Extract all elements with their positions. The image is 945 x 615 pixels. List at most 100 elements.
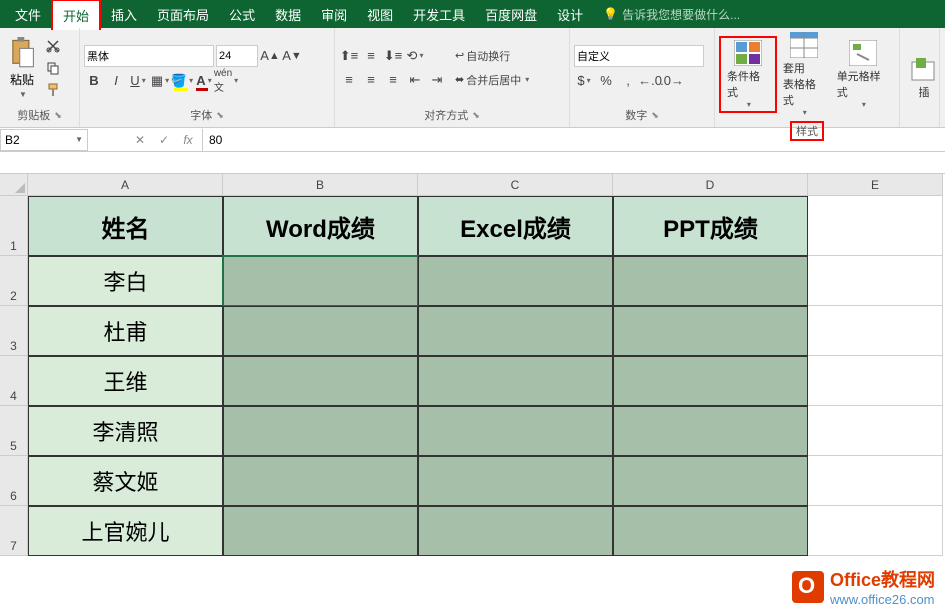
copy-button[interactable] bbox=[44, 59, 62, 77]
conditional-formatting-button[interactable]: 条件格式▾ bbox=[719, 36, 777, 113]
percent-button[interactable]: % bbox=[596, 71, 616, 91]
table-header-cell[interactable]: Excel成绩 bbox=[418, 196, 613, 256]
merge-center-button[interactable]: ⬌合并后居中▾ bbox=[453, 70, 531, 90]
tell-me-box[interactable]: 💡 告诉我您想要做什么... bbox=[603, 6, 740, 23]
row-header-5[interactable]: 5 bbox=[0, 406, 28, 456]
bold-button[interactable]: B bbox=[84, 71, 104, 91]
empty-cell[interactable] bbox=[808, 406, 943, 456]
menu-formulas[interactable]: 公式 bbox=[219, 0, 265, 29]
menu-view[interactable]: 视图 bbox=[357, 0, 403, 29]
format-as-table-button[interactable]: 套用 表格格式▾ bbox=[777, 30, 831, 119]
font-size-select[interactable] bbox=[216, 45, 258, 67]
data-cell[interactable] bbox=[613, 456, 808, 506]
select-all-corner[interactable] bbox=[0, 174, 28, 196]
name-cell[interactable]: 上官婉儿 bbox=[28, 506, 223, 556]
fill-color-button[interactable]: 🪣▾ bbox=[172, 71, 192, 91]
data-cell[interactable] bbox=[223, 456, 418, 506]
align-right-button[interactable]: ≡ bbox=[383, 70, 403, 90]
data-cell[interactable] bbox=[223, 406, 418, 456]
menu-file[interactable]: 文件 bbox=[5, 0, 51, 29]
col-header-D[interactable]: D bbox=[613, 174, 808, 196]
comma-button[interactable]: , bbox=[618, 71, 638, 91]
cell-styles-button[interactable]: 单元格样式▾ bbox=[831, 38, 895, 111]
fx-button[interactable]: fx bbox=[176, 133, 200, 147]
data-cell[interactable] bbox=[223, 356, 418, 406]
phonetic-button[interactable]: wén文▾ bbox=[216, 71, 236, 91]
align-left-button[interactable]: ≡ bbox=[339, 70, 359, 90]
empty-cell[interactable] bbox=[808, 356, 943, 406]
italic-button[interactable]: I bbox=[106, 71, 126, 91]
name-cell[interactable]: 杜甫 bbox=[28, 306, 223, 356]
row-header-4[interactable]: 4 bbox=[0, 356, 28, 406]
font-name-select[interactable] bbox=[84, 45, 214, 67]
name-cell[interactable]: 李清照 bbox=[28, 406, 223, 456]
row-header-1[interactable]: 1 bbox=[0, 196, 28, 256]
paste-button[interactable]: 粘贴 ▼ bbox=[4, 33, 40, 103]
data-cell[interactable] bbox=[613, 406, 808, 456]
data-cell[interactable] bbox=[223, 306, 418, 356]
data-cell[interactable] bbox=[418, 456, 613, 506]
menu-data[interactable]: 数据 bbox=[265, 0, 311, 29]
insert-cells-button[interactable]: 插 bbox=[904, 54, 944, 102]
empty-cell[interactable] bbox=[808, 256, 943, 306]
col-header-B[interactable]: B bbox=[223, 174, 418, 196]
col-header-A[interactable]: A bbox=[28, 174, 223, 196]
menu-home[interactable]: 开始 bbox=[51, 0, 101, 30]
launcher-icon[interactable]: ⬊ bbox=[216, 110, 224, 121]
currency-button[interactable]: $▾ bbox=[574, 71, 594, 91]
menu-baidu[interactable]: 百度网盘 bbox=[475, 0, 547, 29]
format-painter-button[interactable] bbox=[44, 81, 62, 99]
data-cell[interactable] bbox=[613, 256, 808, 306]
menu-design[interactable]: 设计 bbox=[547, 0, 593, 29]
data-cell[interactable] bbox=[613, 356, 808, 406]
font-color-button[interactable]: A▾ bbox=[194, 71, 214, 91]
row-header-2[interactable]: 2 bbox=[0, 256, 28, 306]
menu-page-layout[interactable]: 页面布局 bbox=[147, 0, 219, 29]
col-header-E[interactable]: E bbox=[808, 174, 943, 196]
increase-font-button[interactable]: A▲ bbox=[260, 46, 280, 66]
menu-review[interactable]: 审阅 bbox=[311, 0, 357, 29]
data-cell[interactable] bbox=[613, 506, 808, 556]
table-header-cell[interactable]: 姓名 bbox=[28, 196, 223, 256]
name-box[interactable]: B2▼ bbox=[0, 129, 88, 151]
align-top-button[interactable]: ⬆≡ bbox=[339, 46, 359, 66]
data-cell[interactable] bbox=[418, 306, 613, 356]
number-format-select[interactable] bbox=[574, 45, 704, 67]
name-cell[interactable]: 李白 bbox=[28, 256, 223, 306]
col-header-C[interactable]: C bbox=[418, 174, 613, 196]
table-header-cell[interactable]: PPT成绩 bbox=[613, 196, 808, 256]
decrease-decimal-button[interactable]: .0→ bbox=[662, 71, 682, 91]
border-button[interactable]: ▦▾ bbox=[150, 71, 170, 91]
table-header-cell[interactable]: Word成绩 bbox=[223, 196, 418, 256]
row-header-6[interactable]: 6 bbox=[0, 456, 28, 506]
empty-cell[interactable] bbox=[808, 456, 943, 506]
enter-button[interactable]: ✓ bbox=[152, 133, 176, 147]
data-cell[interactable] bbox=[613, 306, 808, 356]
data-cell[interactable] bbox=[223, 506, 418, 556]
name-cell[interactable]: 蔡文姬 bbox=[28, 456, 223, 506]
decrease-font-button[interactable]: A▼ bbox=[282, 46, 302, 66]
cut-button[interactable] bbox=[44, 37, 62, 55]
decrease-indent-button[interactable]: ⇤ bbox=[405, 70, 425, 90]
row-header-3[interactable]: 3 bbox=[0, 306, 28, 356]
wrap-text-button[interactable]: ↩自动换行 bbox=[453, 46, 531, 66]
orientation-button[interactable]: ⟲▾ bbox=[405, 46, 425, 66]
launcher-icon[interactable]: ⬊ bbox=[651, 110, 659, 121]
increase-decimal-button[interactable]: ←.0 bbox=[640, 71, 660, 91]
data-cell[interactable] bbox=[418, 356, 613, 406]
empty-cell[interactable] bbox=[808, 196, 943, 256]
align-bottom-button[interactable]: ⬇≡ bbox=[383, 46, 403, 66]
cancel-button[interactable]: ✕ bbox=[128, 133, 152, 147]
empty-cell[interactable] bbox=[808, 306, 943, 356]
data-cell[interactable] bbox=[418, 256, 613, 306]
align-middle-button[interactable]: ≡ bbox=[361, 46, 381, 66]
underline-button[interactable]: U▾ bbox=[128, 71, 148, 91]
name-cell[interactable]: 王维 bbox=[28, 356, 223, 406]
data-cell[interactable] bbox=[223, 256, 418, 306]
launcher-icon[interactable]: ⬊ bbox=[472, 110, 480, 121]
row-header-7[interactable]: 7 bbox=[0, 506, 28, 556]
data-cell[interactable] bbox=[418, 406, 613, 456]
menu-dev-tools[interactable]: 开发工具 bbox=[403, 0, 475, 29]
launcher-icon[interactable]: ⬊ bbox=[54, 110, 62, 121]
empty-cell[interactable] bbox=[808, 506, 943, 556]
